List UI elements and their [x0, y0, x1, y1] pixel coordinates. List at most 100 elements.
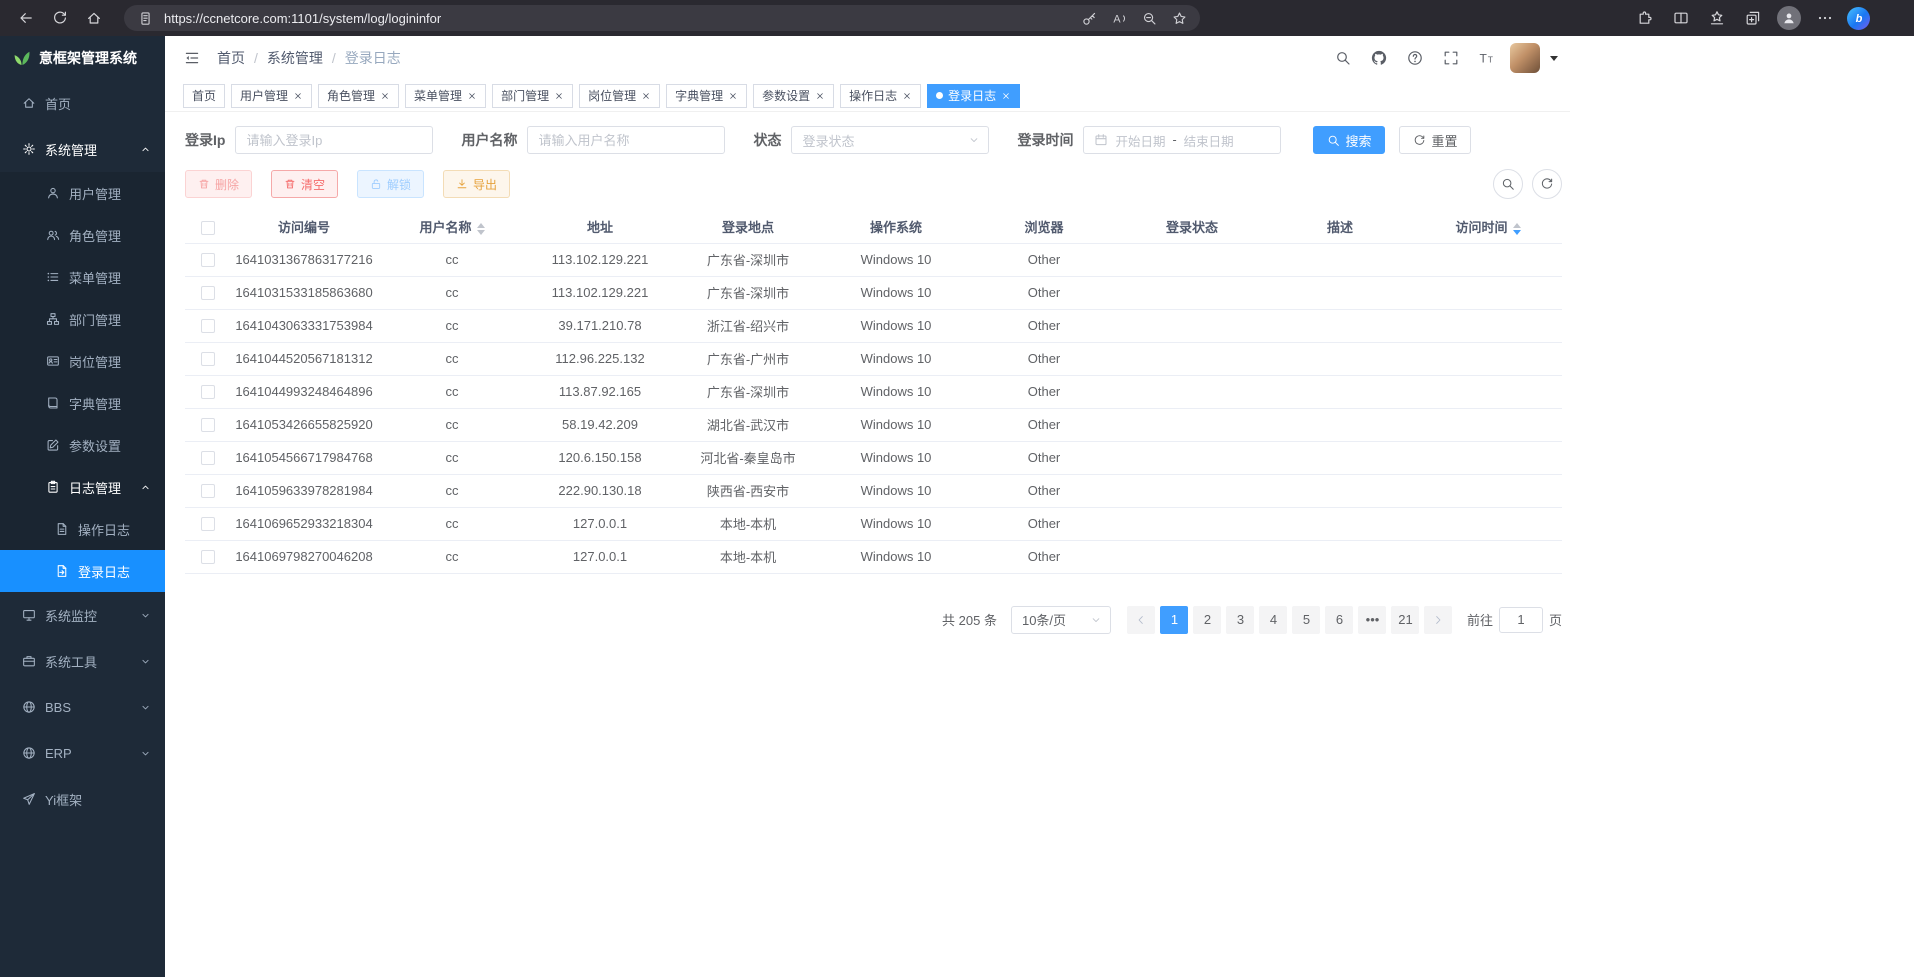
row-checkbox[interactable]: [201, 286, 215, 300]
row-checkbox[interactable]: [201, 253, 215, 267]
unlock-button[interactable]: 解锁: [357, 170, 424, 198]
status-select[interactable]: 登录状态: [791, 126, 989, 154]
page-2-button[interactable]: 2: [1193, 606, 1221, 634]
page-4-button[interactable]: 4: [1259, 606, 1287, 634]
favorites-star-icon[interactable]: [1168, 7, 1190, 29]
fullscreen-icon[interactable]: [1438, 45, 1464, 71]
page-3-button[interactable]: 3: [1226, 606, 1254, 634]
table-row[interactable]: 1641044520567181312cc112.96.225.132广东省-广…: [185, 342, 1562, 375]
page-info-icon[interactable]: [134, 7, 156, 29]
page-5-button[interactable]: 5: [1292, 606, 1320, 634]
help-icon[interactable]: [1402, 45, 1428, 71]
page-1-button[interactable]: 1: [1160, 606, 1188, 634]
delete-button[interactable]: 删除: [185, 170, 252, 198]
search-button[interactable]: 搜索: [1313, 126, 1385, 154]
column-header[interactable]: 用户名称: [378, 211, 526, 243]
tab-菜单管理[interactable]: 菜单管理: [405, 84, 486, 108]
table-row[interactable]: 1641043063331753984cc39.171.210.78浙江省-绍兴…: [185, 309, 1562, 342]
sidebar-item-home[interactable]: 首页: [0, 80, 165, 126]
row-checkbox[interactable]: [201, 451, 215, 465]
close-icon[interactable]: [467, 91, 477, 101]
tab-字典管理[interactable]: 字典管理: [666, 84, 747, 108]
sidebar-item-yi[interactable]: Yi框架: [0, 776, 165, 822]
more-pages-button[interactable]: •••: [1358, 606, 1386, 634]
sidebar-item-bbs[interactable]: BBS: [0, 684, 165, 730]
page-6-button[interactable]: 6: [1325, 606, 1353, 634]
browser-menu-icon[interactable]: [1811, 4, 1839, 32]
tab-首页[interactable]: 首页: [183, 84, 225, 108]
row-checkbox[interactable]: [201, 517, 215, 531]
row-checkbox[interactable]: [201, 385, 215, 399]
back-icon[interactable]: [12, 4, 40, 32]
next-page-button[interactable]: [1424, 606, 1452, 634]
sidebar-item-dept[interactable]: 部门管理: [0, 298, 165, 340]
user-avatar[interactable]: [1510, 43, 1540, 73]
close-icon[interactable]: [293, 91, 303, 101]
sidebar-toggle[interactable]: [179, 45, 205, 71]
copilot-icon[interactable]: b: [1847, 7, 1870, 30]
tab-用户管理[interactable]: 用户管理: [231, 84, 312, 108]
row-checkbox[interactable]: [201, 352, 215, 366]
page-size-select[interactable]: 10条/页: [1011, 606, 1111, 634]
tab-部门管理[interactable]: 部门管理: [492, 84, 573, 108]
prev-page-button[interactable]: [1127, 606, 1155, 634]
table-row[interactable]: 1641053426655825920cc58.19.42.209湖北省-武汉市…: [185, 408, 1562, 441]
username-input[interactable]: [527, 126, 725, 154]
tab-岗位管理[interactable]: 岗位管理: [579, 84, 660, 108]
password-key-icon[interactable]: [1078, 7, 1100, 29]
sidebar-item-log[interactable]: 日志管理: [0, 466, 165, 508]
close-icon[interactable]: [380, 91, 390, 101]
breadcrumb-item-home[interactable]: 首页: [217, 48, 245, 68]
reload-icon[interactable]: [46, 4, 74, 32]
show-search-button[interactable]: [1493, 169, 1523, 199]
table-row[interactable]: 1641031367863177216cc113.102.129.221广东省-…: [185, 243, 1562, 276]
zoom-out-icon[interactable]: [1138, 7, 1160, 29]
sort-carets-icon[interactable]: [1513, 223, 1521, 235]
sidebar-item-menu[interactable]: 菜单管理: [0, 256, 165, 298]
sidebar-item-system[interactable]: 系统管理: [0, 126, 165, 172]
table-row[interactable]: 1641059633978281984cc222.90.130.18陕西省-西安…: [185, 474, 1562, 507]
close-icon[interactable]: [728, 91, 738, 101]
table-row[interactable]: 1641054566717984768cc120.6.150.158河北省-秦皇…: [185, 441, 1562, 474]
sort-carets-icon[interactable]: [477, 223, 485, 235]
sidebar-item-role[interactable]: 角色管理: [0, 214, 165, 256]
close-icon[interactable]: [554, 91, 564, 101]
table-row[interactable]: 1641031533185863680cc113.102.129.221广东省-…: [185, 276, 1562, 309]
tab-操作日志[interactable]: 操作日志: [840, 84, 921, 108]
clear-button[interactable]: 清空: [271, 170, 338, 198]
github-icon[interactable]: [1366, 45, 1392, 71]
address-bar[interactable]: https://ccnetcore.com:1101/system/log/lo…: [124, 5, 1200, 31]
extensions-icon[interactable]: [1631, 4, 1659, 32]
reset-button[interactable]: 重置: [1399, 126, 1471, 154]
select-all-checkbox[interactable]: [201, 221, 215, 235]
refresh-table-button[interactable]: [1532, 169, 1562, 199]
sidebar-item-monitor[interactable]: 系统监控: [0, 592, 165, 638]
tab-参数设置[interactable]: 参数设置: [753, 84, 834, 108]
read-aloud-icon[interactable]: A: [1108, 7, 1130, 29]
row-checkbox[interactable]: [201, 550, 215, 564]
sidebar-item-erp[interactable]: ERP: [0, 730, 165, 776]
export-button[interactable]: 导出: [443, 170, 510, 198]
close-icon[interactable]: [1001, 91, 1011, 101]
favorites-bar-icon[interactable]: [1703, 4, 1731, 32]
sidebar-item-config[interactable]: 参数设置: [0, 424, 165, 466]
browser-profile-avatar[interactable]: [1775, 4, 1803, 32]
sidebar-item-tools[interactable]: 系统工具: [0, 638, 165, 684]
table-row[interactable]: 1641069652933218304cc127.0.0.1本地-本机Windo…: [185, 507, 1562, 540]
sidebar-item-dict[interactable]: 字典管理: [0, 382, 165, 424]
close-icon[interactable]: [641, 91, 651, 101]
goto-page-input[interactable]: [1499, 607, 1543, 633]
sidebar-item-loginlog[interactable]: 登录日志: [0, 550, 165, 592]
tab-登录日志[interactable]: 登录日志: [927, 84, 1020, 108]
page-21-button[interactable]: 21: [1391, 606, 1419, 634]
close-icon[interactable]: [815, 91, 825, 101]
login-ip-input[interactable]: [235, 126, 433, 154]
table-row[interactable]: 1641069798270046208cc127.0.0.1本地-本机Windo…: [185, 540, 1562, 573]
breadcrumb-item-system[interactable]: 系统管理: [267, 48, 323, 68]
sidebar-item-user[interactable]: 用户管理: [0, 172, 165, 214]
font-size-icon[interactable]: TT: [1474, 45, 1500, 71]
collections-icon[interactable]: [1739, 4, 1767, 32]
browser-home-icon[interactable]: [80, 4, 108, 32]
row-checkbox[interactable]: [201, 418, 215, 432]
search-icon[interactable]: [1330, 45, 1356, 71]
